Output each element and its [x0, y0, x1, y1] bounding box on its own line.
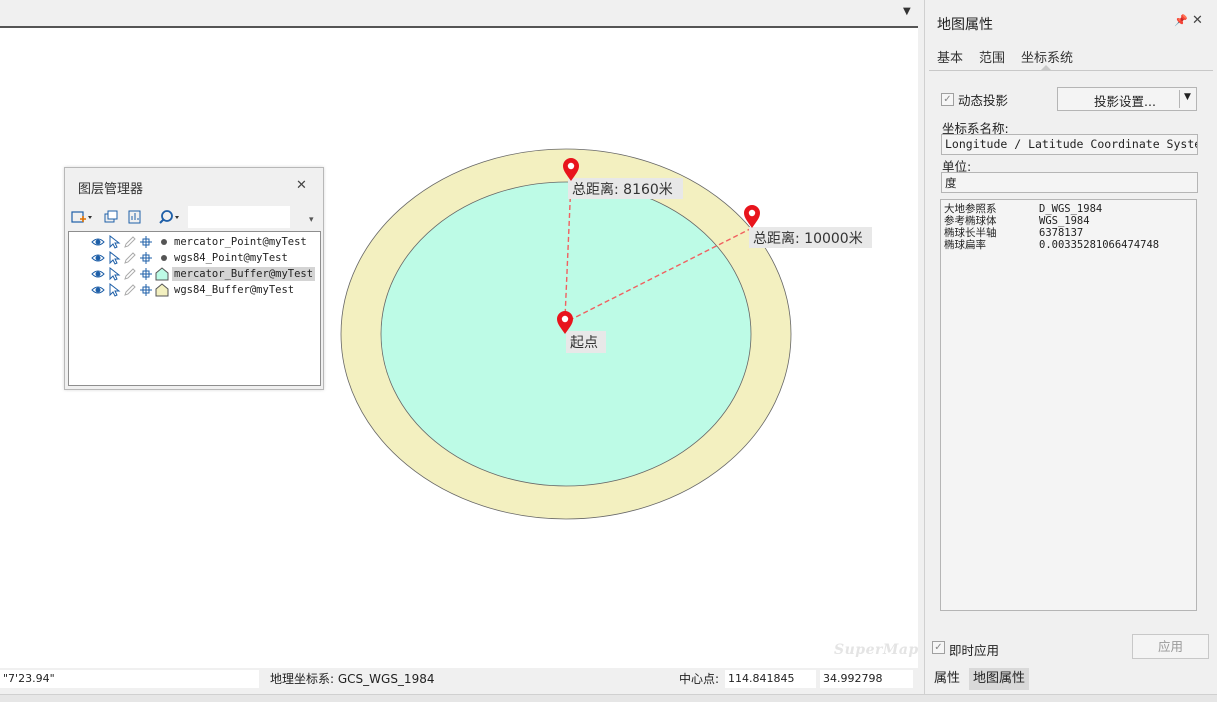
- center-point-label: 中心点:: [679, 672, 720, 686]
- editable-pencil-icon[interactable]: [123, 267, 137, 281]
- projection-settings-label: 投影设置...: [1094, 94, 1156, 109]
- toolbar-overflow-icon[interactable]: ▾: [309, 215, 314, 225]
- distance-label-1: 总距离: 8160米: [572, 181, 673, 198]
- panel-bottom-tabs: 属性 地图属性: [925, 665, 1217, 691]
- distance-label-2: 总距离: 10000米: [753, 230, 863, 247]
- mouse-coordinate-field: "7'23.94": [0, 670, 259, 688]
- supermap-watermark: SuperMap: [834, 642, 918, 658]
- layer-row[interactable]: mercator_Point@myTest: [69, 234, 320, 250]
- snap-crosshair-icon[interactable]: [139, 235, 153, 249]
- panel-close-icon[interactable]: ✕: [1192, 13, 1203, 28]
- selectable-cursor-icon[interactable]: [107, 251, 121, 265]
- geo-crs-label: 地理坐标系: GCS_WGS_1984: [270, 672, 435, 686]
- tab-attributes[interactable]: 属性: [930, 668, 964, 690]
- add-layer-icon[interactable]: [71, 208, 93, 226]
- region-layer-icon: [155, 283, 169, 297]
- active-tab-indicator: [1041, 65, 1051, 70]
- layer-row[interactable]: wgs84_Buffer@myTest: [69, 282, 320, 298]
- selectable-cursor-icon[interactable]: [107, 235, 121, 249]
- snap-crosshair-icon[interactable]: [139, 283, 153, 297]
- layer-row[interactable]: wgs84_Point@myTest: [69, 250, 320, 266]
- tab-map-properties[interactable]: 地图属性: [969, 668, 1030, 690]
- layer-search-input[interactable]: [188, 206, 290, 228]
- map-tab-strip: [0, 0, 918, 26]
- selectable-cursor-icon[interactable]: [107, 283, 121, 297]
- selectable-cursor-icon[interactable]: [107, 267, 121, 281]
- layer-name[interactable]: wgs84_Buffer@myTest: [172, 283, 296, 297]
- search-icon[interactable]: [159, 208, 183, 226]
- duplicate-layer-icon[interactable]: [104, 208, 120, 226]
- start-label: 起点: [570, 335, 598, 351]
- apply-button[interactable]: 应用: [1132, 634, 1209, 659]
- editable-pencil-icon[interactable]: [123, 251, 137, 265]
- status-bar: "7'23.94" 地理坐标系: GCS_WGS_1984 中心点: 114.8…: [0, 668, 918, 692]
- coord-name-field[interactable]: Longitude / Latitude Coordinate System——…: [941, 134, 1198, 155]
- dynamic-projection-label: 动态投影: [958, 93, 1009, 108]
- tab-divider: [929, 70, 1213, 71]
- point-layer-icon: [161, 255, 167, 261]
- layer-properties-icon[interactable]: [127, 208, 143, 226]
- point-layer-icon: [161, 239, 167, 245]
- layer-manager-title: 图层管理器: [78, 182, 144, 197]
- layer-manager-close-icon[interactable]: ✕: [296, 178, 307, 193]
- coord-name-value: Longitude / Latitude Coordinate System——…: [945, 137, 1198, 151]
- map-properties-panel: 地图属性 📌 ✕ 基本 范围 坐标系统 ✓ 动态投影 投影设置... ▼ 坐标系…: [924, 0, 1217, 701]
- chevron-down-icon[interactable]: ▼: [1184, 92, 1191, 102]
- visible-eye-icon[interactable]: [91, 267, 105, 281]
- tab-basic[interactable]: 基本: [937, 47, 963, 66]
- instant-apply-checkbox[interactable]: ✓: [932, 641, 945, 654]
- center-y-field[interactable]: 34.992798: [820, 670, 913, 688]
- panel-title: 地图属性: [937, 17, 993, 33]
- region-layer-icon: [155, 267, 169, 281]
- visible-eye-icon[interactable]: [91, 283, 105, 297]
- split-divider: [1179, 90, 1180, 108]
- map-window-list-dropdown-icon[interactable]: ▼: [903, 6, 911, 17]
- coordinate-info-box: 大地参照系 D_WGS_1984 参考椭球体 WGS_1984 椭球长半轴 63…: [940, 199, 1197, 611]
- instant-apply-label: 即时应用: [949, 643, 1000, 658]
- unit-value: 度: [945, 176, 957, 190]
- unit-field[interactable]: 度: [941, 172, 1198, 193]
- dynamic-projection-checkbox[interactable]: ✓: [941, 93, 954, 106]
- snap-crosshair-icon[interactable]: [139, 267, 153, 281]
- layer-manager-window[interactable]: 图层管理器 ✕ ▾ mercator_Point@myTest wgs84_Po…: [64, 167, 324, 390]
- layer-row-selected[interactable]: mercator_Buffer@myTest: [69, 266, 320, 282]
- layer-name[interactable]: wgs84_Point@myTest: [172, 251, 290, 265]
- visible-eye-icon[interactable]: [91, 235, 105, 249]
- center-x-field[interactable]: 114.841845: [725, 670, 816, 688]
- layer-name[interactable]: mercator_Point@myTest: [172, 235, 309, 249]
- tab-range[interactable]: 范围: [979, 47, 1005, 66]
- editable-pencil-icon[interactable]: [123, 283, 137, 297]
- tab-coordinate-system[interactable]: 坐标系统: [1021, 47, 1073, 66]
- editable-pencil-icon[interactable]: [123, 235, 137, 249]
- layer-manager-toolbar: ▾: [67, 206, 321, 230]
- layer-tree[interactable]: mercator_Point@myTest wgs84_Point@myTest…: [68, 231, 321, 386]
- snap-crosshair-icon[interactable]: [139, 251, 153, 265]
- projection-settings-button[interactable]: 投影设置... ▼: [1057, 87, 1197, 111]
- layer-name[interactable]: mercator_Buffer@myTest: [172, 267, 316, 281]
- visible-eye-icon[interactable]: [91, 251, 105, 265]
- pin-icon[interactable]: 📌: [1174, 14, 1188, 27]
